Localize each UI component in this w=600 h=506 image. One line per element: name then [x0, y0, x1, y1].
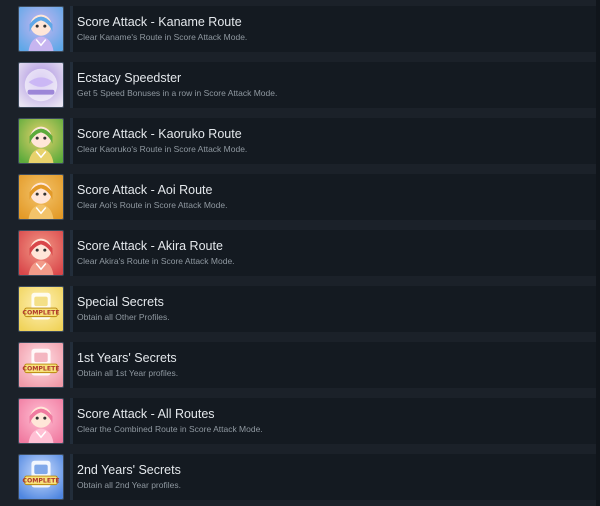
ecstasy-shot-logo-icon [18, 62, 64, 108]
achievement-description: Clear Kaname's Route in Score Attack Mod… [77, 32, 248, 42]
complete-badge-icon: COMPLETE [18, 454, 64, 500]
svg-text:COMPLETE: COMPLETE [22, 310, 59, 317]
achievement-title: Score Attack - Akira Route [77, 239, 223, 253]
achievement-title: Score Attack - Kaname Route [77, 15, 242, 29]
complete-badge-icon: COMPLETE [18, 286, 64, 332]
achievement-row[interactable]: Score Attack - Kaoruko Route Clear Kaoruk… [0, 118, 600, 170]
achievement-panel: Score Attack - All Routes Clear the Combi… [70, 398, 600, 444]
achievement-description: Clear Aoi's Route in Score Attack Mode. [77, 200, 228, 210]
achievement-title: Ecstacy Speedster [77, 71, 182, 85]
achievement-title: Score Attack - Aoi Route [77, 183, 213, 197]
achievement-panel: Special Secrets Obtain all Other Profiles… [70, 286, 600, 332]
panel-divider [70, 62, 73, 108]
achievement-row[interactable]: COMPLETE 1st Years' Secrets Obtain all 1st… [0, 342, 600, 394]
achievement-title: Special Secrets [77, 295, 164, 309]
achievement-description: Clear the Combined Route in Score Attack… [77, 424, 263, 434]
achievement-row[interactable]: Score Attack - Akira Route Clear Akira's … [0, 230, 600, 282]
scrollbar[interactable] [596, 0, 600, 506]
panel-divider [70, 342, 73, 388]
achievement-panel: Score Attack - Kaoruko Route Clear Kaoruk… [70, 118, 600, 164]
achievement-panel: Ecstacy Speedster Get 5 Speed Bonuses in … [70, 62, 600, 108]
achievement-panel: 2nd Years' Secrets Obtain all 2nd Year pr… [70, 454, 600, 500]
achievement-panel: Score Attack - Akira Route Clear Akira's … [70, 230, 600, 276]
panel-divider [70, 454, 73, 500]
svg-text:COMPLETE: COMPLETE [22, 478, 59, 485]
achievement-description: Get 5 Speed Bonuses in a row in Score At… [77, 88, 278, 98]
achievement-row[interactable]: COMPLETE 2nd Years' Secrets Obtain all 2nd… [0, 454, 600, 506]
kaoruko-portrait-icon [18, 118, 64, 164]
achievement-description: Obtain all 2nd Year profiles. [77, 480, 181, 490]
achievement-description: Obtain all 1st Year profiles. [77, 368, 179, 378]
panel-divider [70, 286, 73, 332]
achievement-title: Score Attack - Kaoruko Route [77, 127, 242, 141]
achievement-row[interactable]: Ecstacy Speedster Get 5 Speed Bonuses in … [0, 62, 600, 114]
achievement-title: 1st Years' Secrets [77, 351, 177, 365]
achievement-title: Score Attack - All Routes [77, 407, 215, 421]
achievement-description: Obtain all Other Profiles. [77, 312, 170, 322]
panel-divider [70, 230, 73, 276]
panel-divider [70, 6, 73, 52]
achievement-row[interactable]: COMPLETE Special Secrets Obtain all Other … [0, 286, 600, 338]
achievement-description: Clear Akira's Route in Score Attack Mode… [77, 256, 235, 266]
achievement-panel: Score Attack - Kaname Route Clear Kaname'… [70, 6, 600, 52]
achievement-panel: 1st Years' Secrets Obtain all 1st Year pr… [70, 342, 600, 388]
panel-divider [70, 398, 73, 444]
achievement-row[interactable]: Score Attack - Kaname Route Clear Kaname'… [0, 6, 600, 58]
svg-text:COMPLETE: COMPLETE [22, 366, 59, 373]
aoi-portrait-icon [18, 174, 64, 220]
achievement-title: 2nd Years' Secrets [77, 463, 181, 477]
achievement-description: Clear Kaoruko's Route in Score Attack Mo… [77, 144, 248, 154]
achievement-list: Score Attack - Kaname Route Clear Kaname'… [0, 0, 600, 506]
achievement-panel: Score Attack - Aoi Route Clear Aoi's Rout… [70, 174, 600, 220]
panel-divider [70, 174, 73, 220]
akira-portrait-icon [18, 230, 64, 276]
complete-badge-icon: COMPLETE [18, 342, 64, 388]
kaname-portrait-icon [18, 6, 64, 52]
pink-hair-portrait-icon [18, 398, 64, 444]
achievement-row[interactable]: Score Attack - All Routes Clear the Combi… [0, 398, 600, 450]
panel-divider [70, 118, 73, 164]
achievement-row[interactable]: Score Attack - Aoi Route Clear Aoi's Rout… [0, 174, 600, 226]
